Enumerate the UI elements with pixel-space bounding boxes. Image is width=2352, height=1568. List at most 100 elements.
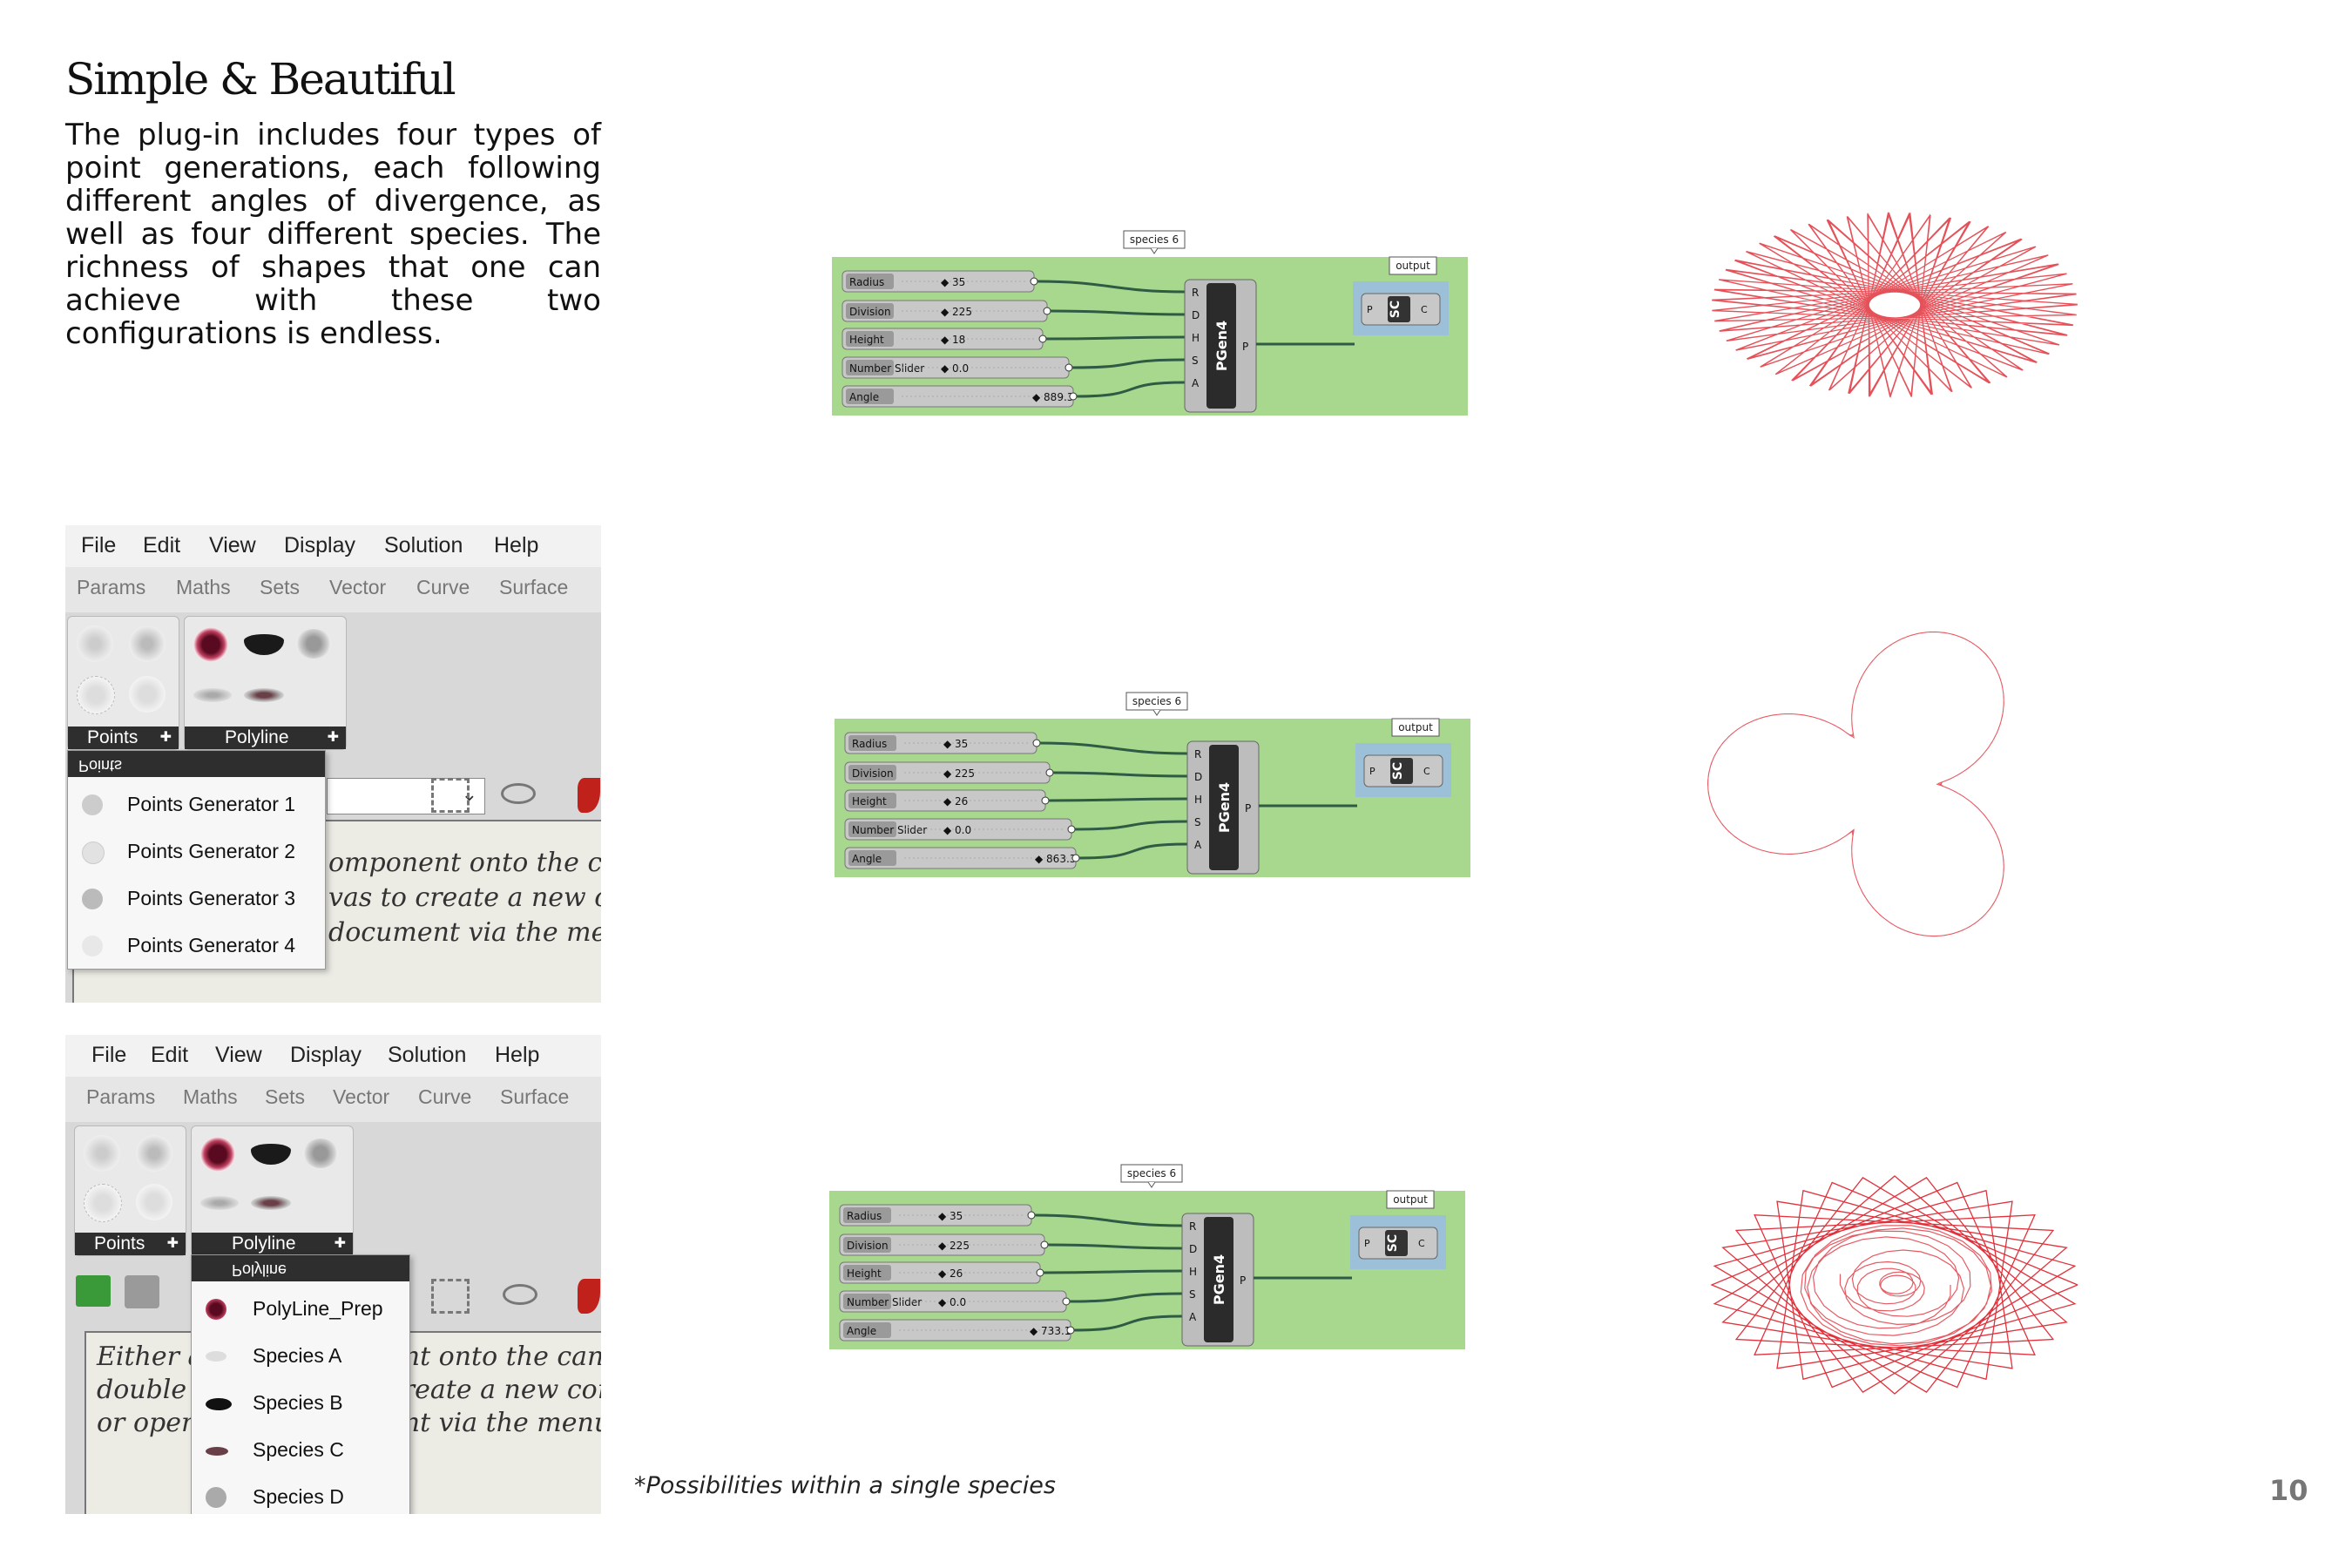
- menu-help[interactable]: Help: [494, 533, 538, 558]
- gh-graph[interactable]: species 6 Radius ◆ 35 Division ◆ 225 Height ◆ …: [835, 692, 1470, 880]
- points-generator-4-icon[interactable]: [129, 676, 166, 713]
- menu-edit[interactable]: Edit: [151, 1043, 188, 1068]
- expand-arrow-icon[interactable]: ✚: [160, 727, 172, 749]
- menu-display[interactable]: Display: [290, 1043, 362, 1068]
- expand-arrow-icon[interactable]: ✚: [328, 727, 339, 749]
- output-grip: [1040, 1240, 1049, 1249]
- canvas-text-line: create a new com: [388, 1375, 601, 1405]
- eye-icon[interactable]: [503, 1284, 537, 1305]
- canvas-text-line: omponent onto the canv: [328, 848, 601, 878]
- species-a-icon[interactable]: [200, 1196, 239, 1210]
- sc-output: C: [1418, 1238, 1425, 1249]
- canvas-text-line: document via the menu: [328, 917, 601, 948]
- slider-value[interactable]: ◆ 35: [938, 1210, 963, 1222]
- slider-value[interactable]: ◆ 26: [943, 795, 968, 808]
- menu-item-points-generator-2[interactable]: Points Generator 2: [68, 829, 325, 875]
- slider-value[interactable]: ◆ 0.0: [941, 362, 969, 375]
- tab-vector[interactable]: Vector: [333, 1085, 389, 1109]
- slider-value[interactable]: ◆ 225: [941, 306, 972, 318]
- menu-display[interactable]: Display: [284, 533, 355, 558]
- menu-item-species-b[interactable]: Species B: [192, 1381, 409, 1426]
- tab-maths[interactable]: Maths: [183, 1085, 238, 1109]
- menu-item-polyline-prep[interactable]: PolyLine_Prep: [192, 1287, 409, 1332]
- slider-value[interactable]: ◆ 889.3: [1032, 391, 1073, 403]
- points-group[interactable]: Points ✚: [67, 616, 179, 750]
- species-c-icon[interactable]: [251, 1196, 291, 1210]
- points-generator-3-icon[interactable]: [77, 676, 115, 714]
- tab-params[interactable]: Params: [86, 1085, 155, 1109]
- output-grip: [1071, 854, 1080, 862]
- menu-view[interactable]: View: [209, 533, 256, 558]
- menu-file[interactable]: File: [81, 533, 116, 558]
- polyline-prep-icon[interactable]: [200, 1137, 235, 1172]
- open-folder-icon[interactable]: [76, 1275, 111, 1307]
- menu-edit[interactable]: Edit: [143, 533, 180, 558]
- points-generator-3-icon[interactable]: [84, 1184, 122, 1222]
- gh-graph[interactable]: species 6 Radius ◆ 35 Division ◆ 225 Height ◆ …: [832, 230, 1468, 418]
- slider-value[interactable]: ◆ 26: [938, 1267, 963, 1280]
- tab-curve[interactable]: Curve: [418, 1085, 471, 1109]
- tab-surface[interactable]: Surface: [500, 1085, 569, 1109]
- tab-sets[interactable]: Sets: [260, 576, 300, 599]
- points-generator-1-icon[interactable]: [84, 1135, 120, 1172]
- menu-item-species-a[interactable]: Species A: [192, 1334, 409, 1379]
- eye-icon[interactable]: [501, 783, 536, 804]
- species-c-icon[interactable]: [244, 688, 284, 702]
- tab-curve[interactable]: Curve: [416, 576, 470, 599]
- points-generator-2-icon[interactable]: [136, 1135, 172, 1172]
- species-b-icon[interactable]: [244, 634, 284, 655]
- menu-solution[interactable]: Solution: [388, 1043, 466, 1068]
- menu-item-species-d[interactable]: Species D: [192, 1475, 409, 1514]
- gh-graph[interactable]: species 6 Radius ◆ 35 Division ◆ 225 Height ◆ …: [829, 1164, 1465, 1352]
- menu-solution[interactable]: Solution: [384, 533, 463, 558]
- slider-value[interactable]: ◆ 863.3: [1035, 853, 1076, 865]
- slider-value[interactable]: ◆ 733.1: [1030, 1325, 1071, 1337]
- menu-item-species-c[interactable]: Species C: [192, 1428, 409, 1473]
- points-generator-4-icon[interactable]: [136, 1184, 172, 1220]
- menu-item-points-generator-3[interactable]: Points Generator 3: [68, 876, 325, 922]
- polyline-prep-icon[interactable]: [193, 627, 228, 662]
- intro-paragraph: The plug-in includes four types of point…: [65, 118, 601, 351]
- slider-label: Angle: [849, 391, 879, 403]
- tab-sets[interactable]: Sets: [265, 1085, 305, 1109]
- menu-view[interactable]: View: [215, 1043, 262, 1068]
- slider-value[interactable]: ◆ 35: [943, 738, 968, 750]
- species-b-icon[interactable]: [251, 1144, 291, 1165]
- menu-help[interactable]: Help: [495, 1043, 539, 1068]
- output-grip: [1069, 392, 1078, 401]
- slider-value[interactable]: ◆ 0.0: [938, 1296, 966, 1308]
- species-b-icon: [206, 1398, 232, 1410]
- zoom-extents-icon[interactable]: [431, 1279, 470, 1314]
- tab-vector[interactable]: Vector: [329, 576, 386, 599]
- tab-maths[interactable]: Maths: [176, 576, 231, 599]
- points-generator-1-icon[interactable]: [77, 625, 113, 662]
- slider-value[interactable]: ◆ 225: [938, 1240, 970, 1252]
- tab-surface[interactable]: Surface: [499, 576, 568, 599]
- slider-value[interactable]: ◆ 225: [943, 767, 975, 780]
- save-disk-icon[interactable]: [125, 1275, 159, 1308]
- tab-params[interactable]: Params: [77, 576, 145, 599]
- output-grip: [1066, 1326, 1075, 1335]
- slider-label: Number Slider: [847, 1296, 922, 1308]
- points-group[interactable]: Points ✚: [74, 1125, 186, 1256]
- species-d-icon[interactable]: [296, 629, 331, 659]
- sc-input: P: [1364, 1238, 1370, 1249]
- expand-arrow-icon[interactable]: ✚: [335, 1233, 346, 1255]
- species-a-icon[interactable]: [193, 688, 232, 702]
- menu-file[interactable]: File: [91, 1043, 126, 1068]
- zoom-extents-icon[interactable]: [431, 778, 470, 813]
- species-d-icon[interactable]: [303, 1139, 338, 1168]
- points-generator-2-icon[interactable]: [129, 625, 166, 662]
- menu-item-points-generator-4[interactable]: Points Generator 4: [68, 923, 325, 969]
- slider-value[interactable]: ◆ 35: [941, 276, 965, 288]
- polyline-group[interactable]: Polyline ✚: [191, 1125, 354, 1256]
- sc-name: SC: [1386, 1234, 1400, 1252]
- output-grip: [1032, 739, 1041, 747]
- menu-item-points-generator-1[interactable]: Points Generator 1: [68, 782, 325, 828]
- slider-value[interactable]: ◆ 18: [941, 334, 965, 346]
- polyline-group[interactable]: Polyline ✚: [184, 616, 347, 750]
- expand-arrow-icon[interactable]: ✚: [167, 1233, 179, 1255]
- slider-value[interactable]: ◆ 0.0: [943, 824, 971, 836]
- component-input: S: [1192, 355, 1199, 367]
- component-tab-bar: Params Maths Sets Vector Curve Surface: [65, 1077, 601, 1122]
